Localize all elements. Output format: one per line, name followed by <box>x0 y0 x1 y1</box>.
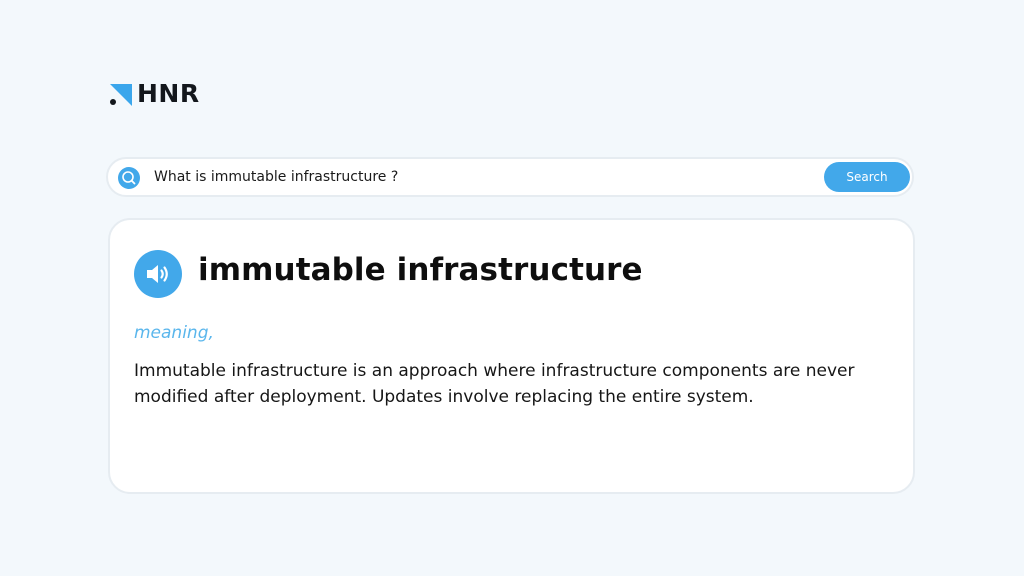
brand-name: HNR <box>137 79 200 108</box>
term-title: immutable infrastructure <box>198 252 643 288</box>
search-input[interactable] <box>154 163 804 191</box>
hnr-logo-mark-icon <box>108 81 134 107</box>
definition-text: Immutable infrastructure is an approach … <box>134 361 855 407</box>
search-bar: Search <box>106 157 914 197</box>
definition-card: immutable infrastructure meaning, Immuta… <box>108 218 915 494</box>
search-icon <box>118 167 140 189</box>
pronunciation-button[interactable] <box>134 250 182 298</box>
brand-logo[interactable]: HNR <box>108 80 200 108</box>
meaning-label: meaning, <box>134 323 214 343</box>
speaker-icon <box>147 265 168 283</box>
search-button[interactable]: Search <box>824 162 910 192</box>
